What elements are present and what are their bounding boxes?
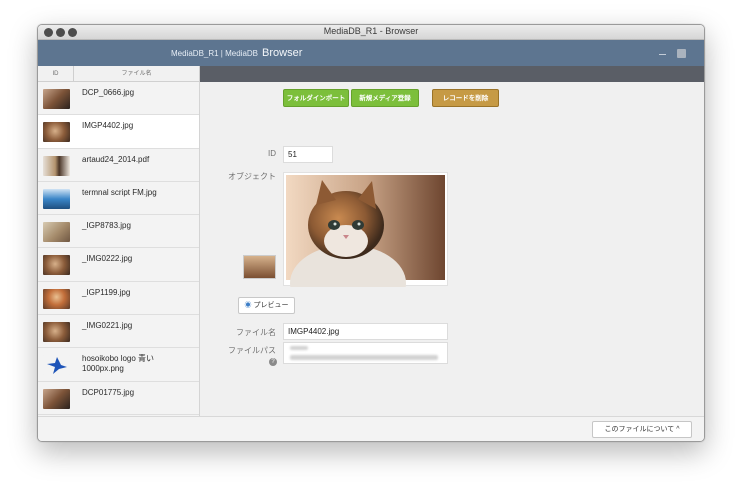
file-thumbnail [43, 222, 70, 243]
file-thumbnail [43, 89, 70, 109]
file-list-item[interactable]: DCP01775.jpg [38, 381, 199, 415]
filepath-field[interactable] [283, 342, 448, 364]
file-name: artaud24_2014.pdf [82, 154, 150, 164]
app-window: MediaDB_R1 - Browser MediaDB_R1 | MediaD… [37, 24, 705, 442]
file-name: DCP01775.jpg [82, 387, 135, 397]
file-thumbnail [43, 355, 70, 376]
object-thumbnail[interactable] [243, 255, 276, 279]
file-thumbnail [43, 122, 70, 143]
column-header-filename[interactable]: ファイル名 [74, 66, 200, 82]
file-name: _IMG0222.jpg [82, 254, 133, 264]
about-file-button[interactable]: このファイルについて ^ [592, 421, 692, 438]
file-thumbnail [43, 155, 70, 176]
column-header-id[interactable]: ID [38, 66, 74, 82]
filename-label: ファイル名 [236, 328, 276, 337]
file-name: _IGP8783.jpg [82, 221, 131, 231]
maximize-icon[interactable] [677, 49, 686, 58]
file-list-item[interactable]: _IGP1199.jpg [38, 281, 199, 316]
file-name: termnal script FM.jpg [82, 187, 157, 197]
file-list-item[interactable]: _IMG0222.jpg [38, 248, 199, 282]
file-thumbnail [43, 188, 70, 209]
cat-photo [286, 175, 445, 287]
file-thumbnail [43, 255, 70, 276]
app-header: MediaDB_R1 | MediaDB Browser [38, 40, 704, 66]
file-name: IMGP4402.jpg [82, 121, 134, 131]
file-list-item[interactable]: hosoikobo logo 青い 1000px.png [38, 348, 199, 382]
file-name: hosoikobo logo 青い 1000px.png [82, 354, 155, 374]
logo-thumbnail-icon [47, 357, 67, 375]
help-icon[interactable]: ? [269, 358, 277, 366]
file-list-item[interactable]: DCP_0666.jpg [38, 82, 199, 116]
delete-record-button[interactable]: レコードを削除 [432, 89, 499, 107]
object-container[interactable] [283, 172, 448, 287]
file-list-item[interactable]: _IGP8783.jpg [38, 215, 199, 249]
detail-panel: フォルダインポート 新規メディア登録 レコードを削除 ID 51 オブジェクト [201, 82, 704, 416]
file-list-item[interactable]: artaud24_2014.pdf [38, 148, 199, 182]
preview-label: プレビュー [253, 302, 289, 309]
brand-big-text: Browser [262, 47, 303, 59]
window-title: MediaDB_R1 - Browser [323, 26, 419, 36]
eye-icon: ◉ [244, 302, 252, 309]
file-list-item[interactable]: IMGP4402.jpg [38, 115, 199, 149]
new-media-button[interactable]: 新規メディア登録 [351, 89, 419, 107]
filename-field[interactable]: IMGP4402.jpg [283, 323, 448, 340]
app-brand: MediaDB_R1 | MediaDB Browser [171, 47, 302, 59]
file-list: DCP_0666.jpg IMGP4402.jpg artaud24_2014.pd… [38, 82, 200, 416]
file-name: _IMG0221.jpg [82, 321, 133, 331]
file-name: DCP_0666.jpg [82, 88, 135, 97]
filepath-label: ファイルパス [228, 346, 276, 355]
file-list-item[interactable]: _IMG0221.jpg [38, 315, 199, 349]
footer-bar: このファイルについて ^ [38, 416, 704, 441]
redacted-path-line1 [290, 346, 308, 350]
file-thumbnail [43, 322, 70, 343]
file-thumbnail [43, 288, 70, 309]
folder-import-button[interactable]: フォルダインポート [283, 89, 349, 107]
minimize-icon[interactable] [659, 54, 666, 55]
redacted-path-line2 [290, 355, 438, 360]
title-bar: MediaDB_R1 - Browser [38, 25, 704, 40]
id-field[interactable]: 51 [283, 146, 333, 163]
id-label: ID [268, 149, 276, 158]
toolbar-strip: ID ファイル名 [38, 66, 704, 82]
file-thumbnail [43, 388, 70, 409]
preview-button[interactable]: ◉ プレビュー [238, 297, 295, 314]
object-label: オブジェクト [228, 172, 276, 181]
brand-text: MediaDB_R1 | MediaDB [171, 49, 259, 58]
file-list-item[interactable]: termnal script FM.jpg [38, 181, 199, 216]
file-name: _IGP1199.jpg [82, 287, 131, 297]
